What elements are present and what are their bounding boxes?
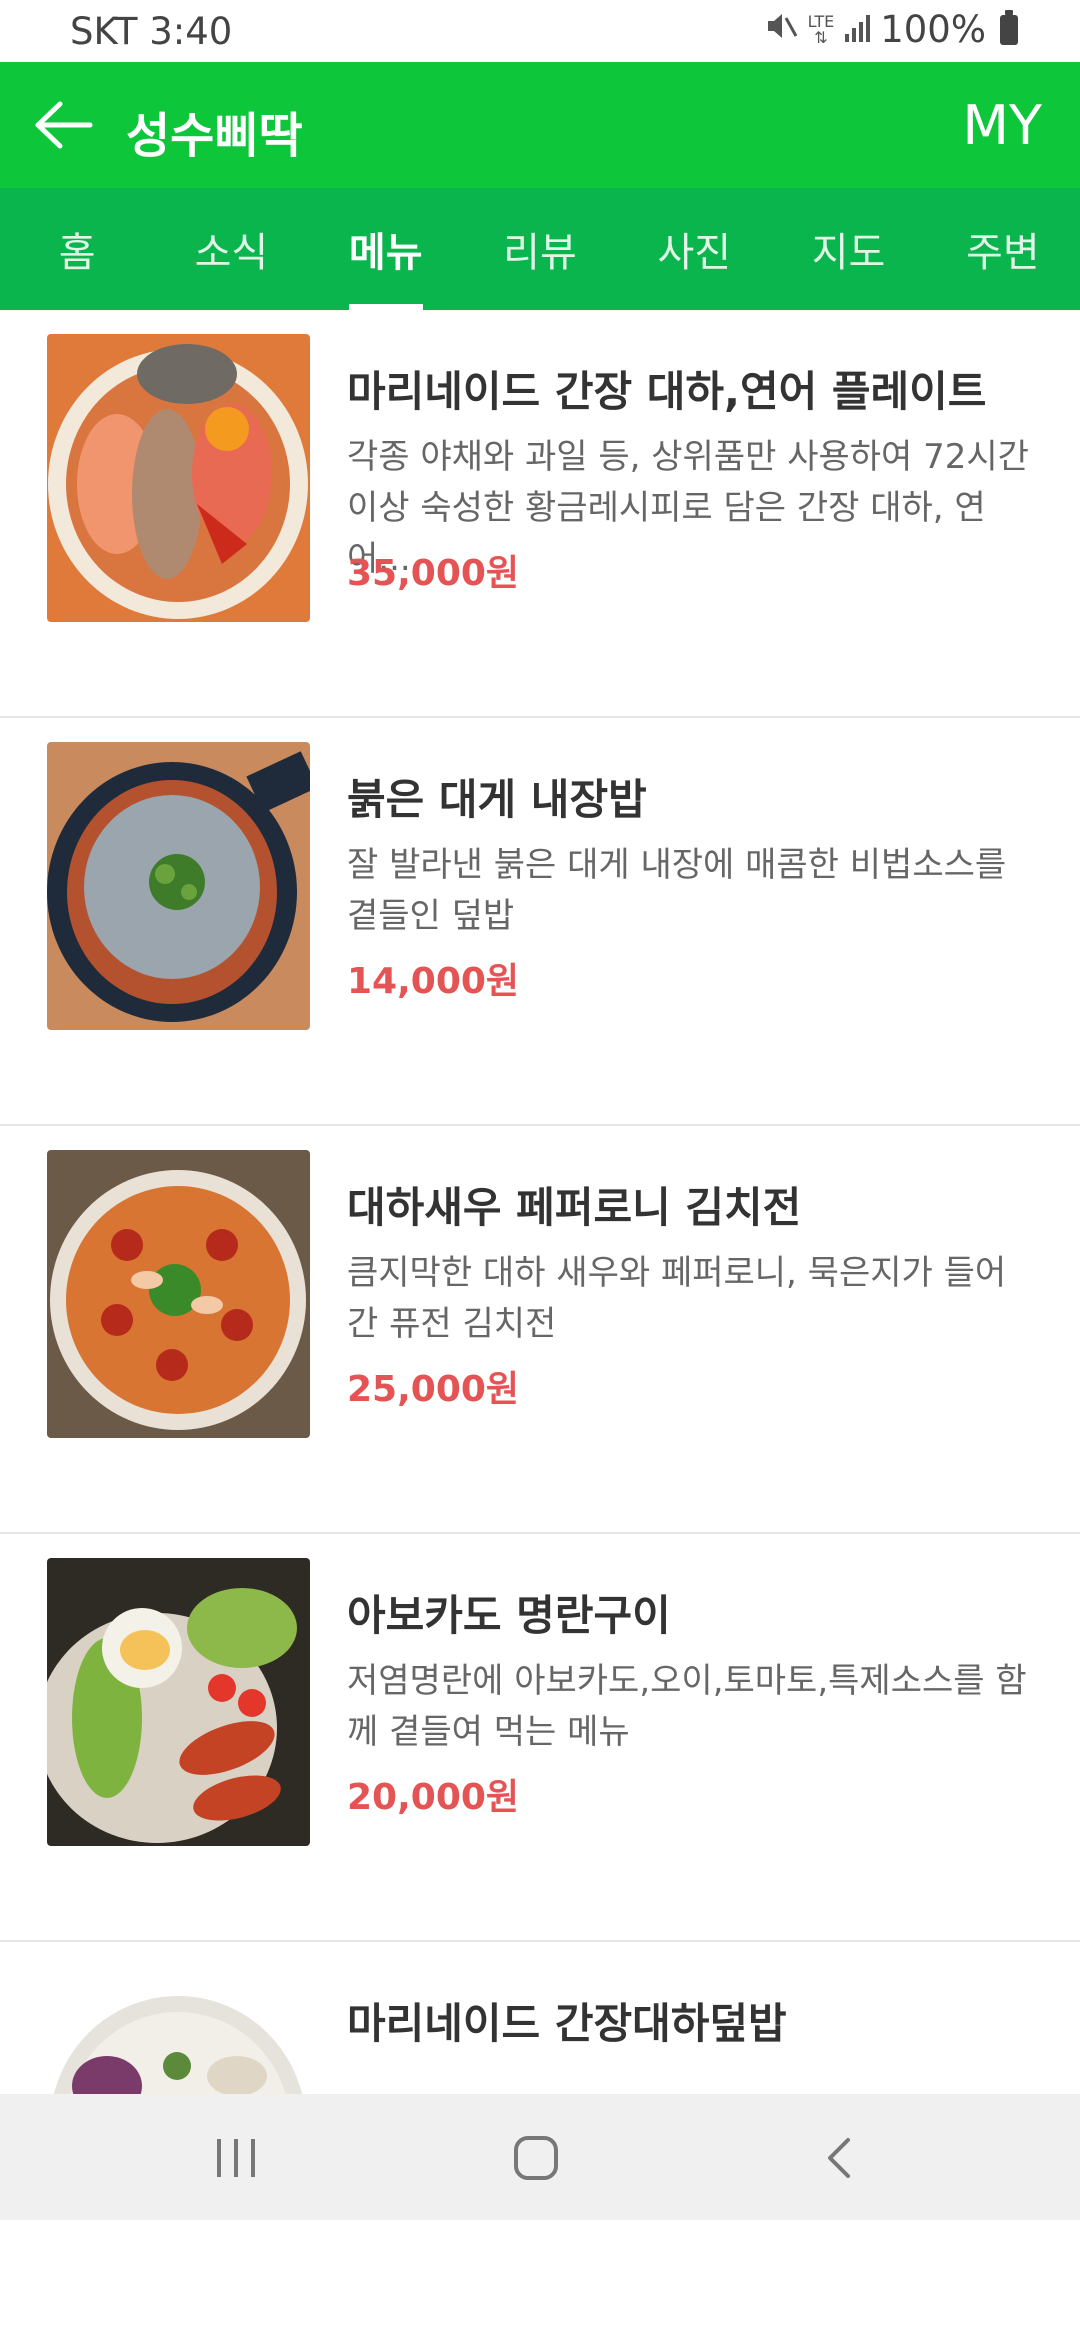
nav-back-button[interactable] <box>810 2128 870 2188</box>
menu-item-price: 14,000원 <box>347 961 520 1002</box>
signal-icon <box>844 8 871 51</box>
lte-indicator: LTE ⇅ <box>808 13 835 47</box>
back-arrow-icon <box>35 101 93 149</box>
tab-nearby[interactable]: 주변 <box>926 188 1080 310</box>
menu-item-desc: 잘 발라낸 붉은 대게 내장에 매콤한 비법소스를 곁들인 덮밥 <box>347 845 1007 936</box>
data-arrows-icon: ⇅ <box>814 27 828 47</box>
system-nav-bar <box>0 2094 1080 2220</box>
menu-item-price: 35,000원 <box>347 553 520 594</box>
menu-item-price: 25,000원 <box>347 1369 520 1410</box>
tab-news[interactable]: 소식 <box>154 188 308 310</box>
tab-home[interactable]: 홈 <box>0 188 154 310</box>
menu-item-desc: 큼지막한 대하 새우와 페퍼로니, 묵은지가 들어간 퓨전 김치전 <box>347 1253 1007 1344</box>
menu-item[interactable]: 대하새우 페퍼로니 김치전 큼지막한 대하 새우와 페퍼로니, 묵은지가 들어간… <box>0 1126 1080 1534</box>
menu-item-image <box>47 334 310 622</box>
tab-reviews[interactable]: 리뷰 <box>463 188 617 310</box>
page-title: 성수삐딱 <box>126 108 303 164</box>
battery-icon <box>1000 9 1018 45</box>
status-icons: LTE ⇅ 100% <box>764 8 1018 51</box>
menu-item-title: 아보카도 명란구이 <box>347 1591 671 1640</box>
home-button[interactable] <box>506 2128 566 2188</box>
back-button[interactable] <box>34 100 94 150</box>
nav-back-icon <box>828 2138 850 2178</box>
recents-icon <box>217 2139 255 2177</box>
menu-item-title: 대하새우 페퍼로니 김치전 <box>347 1183 802 1232</box>
menu-item[interactable]: 마리네이드 간장 대하,연어 플레이트 각종 야채와 과일 등, 상위품만 사용… <box>0 310 1080 718</box>
menu-list: 마리네이드 간장 대하,연어 플레이트 각종 야채와 과일 등, 상위품만 사용… <box>0 310 1080 2348</box>
menu-item-desc: 저염명란에 아보카도,오이,토마토,특제소스를 함께 곁들여 먹는 메뉴 <box>347 1661 1027 1752</box>
status-bar: SKT 3:40 LTE ⇅ 100% <box>0 0 1080 62</box>
menu-item-price: 20,000원 <box>347 1777 520 1818</box>
battery-percent: 100% <box>880 8 986 51</box>
home-icon <box>514 2136 558 2180</box>
menu-item-title: 마리네이드 간장대하덮밥 <box>347 1999 787 2048</box>
tab-map[interactable]: 지도 <box>771 188 925 310</box>
app-header: 성수삐딱 MY <box>0 62 1080 188</box>
menu-item-image <box>47 1150 310 1438</box>
menu-item-title: 붉은 대게 내장밥 <box>347 775 647 824</box>
tab-bar: 홈 소식 메뉴 리뷰 사진 지도 주변 <box>0 188 1080 310</box>
mute-icon <box>764 8 798 51</box>
menu-item-image <box>47 1558 310 1846</box>
tab-photos[interactable]: 사진 <box>617 188 771 310</box>
menu-item-title: 마리네이드 간장 대하,연어 플레이트 <box>347 367 987 416</box>
recents-button[interactable] <box>206 2128 266 2188</box>
menu-item[interactable]: 붉은 대게 내장밥 잘 발라낸 붉은 대게 내장에 매콤한 비법소스를 곁들인 … <box>0 718 1080 1126</box>
my-button[interactable]: MY <box>962 94 1042 157</box>
menu-item-image <box>47 742 310 1030</box>
menu-item[interactable]: 아보카도 명란구이 저염명란에 아보카도,오이,토마토,특제소스를 함께 곁들여… <box>0 1534 1080 1942</box>
tab-menu[interactable]: 메뉴 <box>309 188 463 310</box>
carrier-time: SKT 3:40 <box>70 10 233 53</box>
